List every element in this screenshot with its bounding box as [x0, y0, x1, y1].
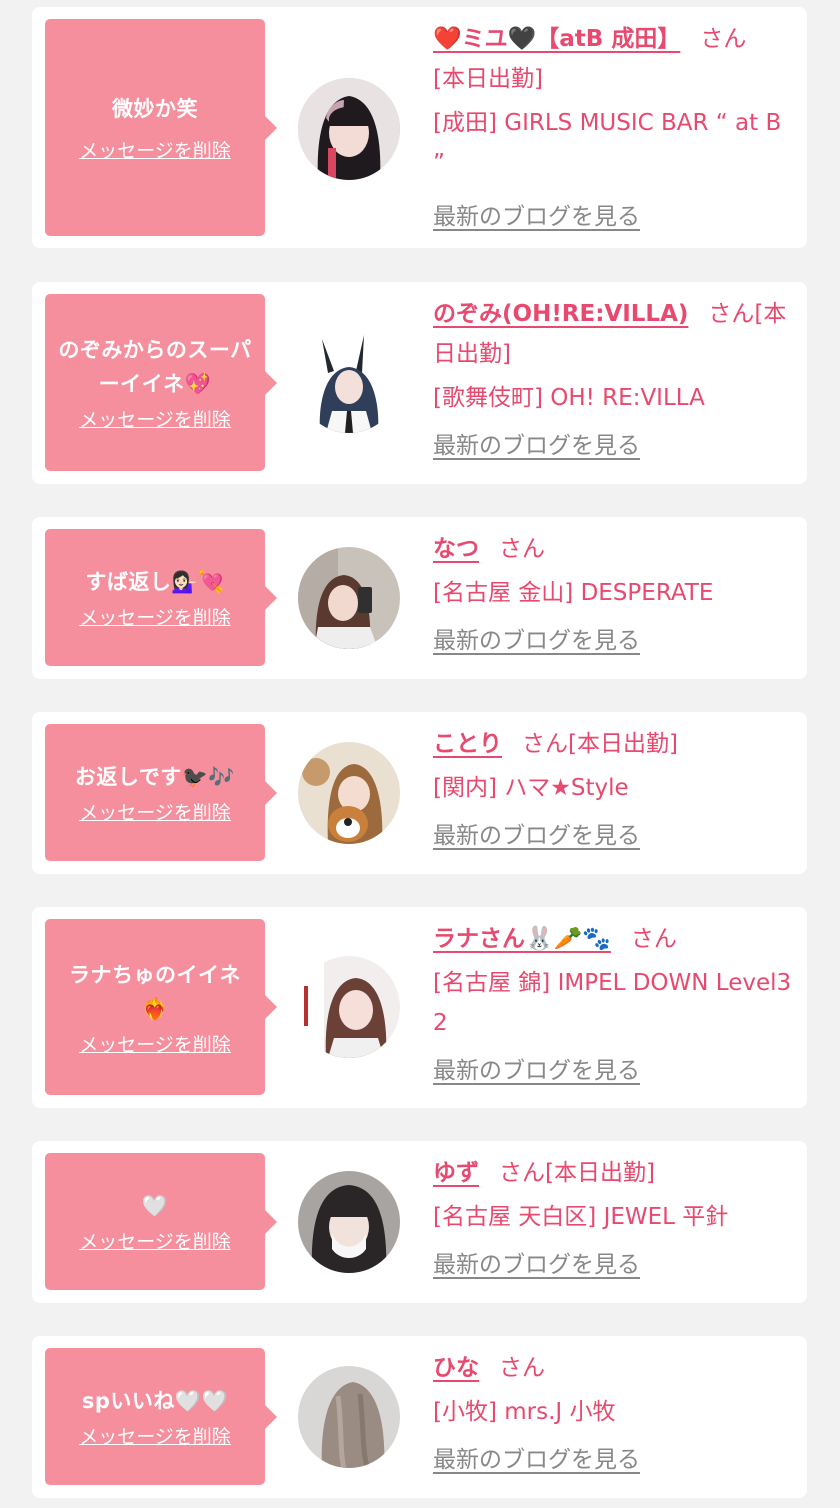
delete-message-link[interactable]: メッセージを削除: [79, 136, 231, 163]
message-text: ラナちゅのイイネ❤️‍🔥: [69, 962, 241, 1021]
shop-text: [歌舞伎町] OH! RE:VILLA: [433, 385, 705, 411]
delete-message-link[interactable]: メッセージを削除: [79, 1422, 231, 1449]
avatar[interactable]: [298, 742, 400, 844]
profile-name-link[interactable]: ラナさん🐰🥕🐾: [433, 926, 611, 952]
message-text: のぞみからのスーパーイイネ💖: [58, 338, 252, 396]
message-bubble: spいいね🤍🤍 メッセージを削除: [45, 1348, 277, 1485]
profile-info: ラナさん🐰🥕🐾 さん [名古屋 錦] IMPEL DOWN Level32 最新の…: [433, 919, 798, 1089]
profile-info: ゆず さん[本日出勤] [名古屋 天白区] JEWEL 平針 最新のブログを見る: [433, 1153, 798, 1283]
profile-name-link[interactable]: ❤️ミユ🖤【atB 成田】: [433, 26, 680, 52]
latest-blog-link[interactable]: 最新のブログを見る: [433, 199, 640, 235]
honorific: さん: [499, 1160, 545, 1186]
message-text: 微妙か笑: [112, 97, 198, 121]
profile-name-link[interactable]: ひな: [433, 1355, 479, 1381]
message-card: のぞみからのスーパーイイネ💖 メッセージを削除 のぞみ(OH!RE:VILLA)…: [32, 282, 807, 484]
honorific: さん: [630, 926, 677, 952]
avatar[interactable]: [298, 1171, 400, 1273]
message-bubble: 🤍 メッセージを削除: [45, 1153, 277, 1290]
message-bubble: ラナちゅのイイネ❤️‍🔥 メッセージを削除: [45, 919, 277, 1095]
profile-info: なつ さん [名古屋 金山] DESPERATE 最新のブログを見る: [433, 529, 798, 659]
profile-info: ことり さん[本日出勤] [関内] ハマ★Style 最新のブログを見る: [433, 724, 798, 854]
shop-text: [名古屋 天白区] JEWEL 平針: [433, 1204, 729, 1230]
avatar[interactable]: [298, 331, 400, 433]
message-card: ラナちゅのイイネ❤️‍🔥 メッセージを削除 ラナさん🐰🥕🐾 さん [名古屋 錦] …: [32, 907, 807, 1108]
shop-text: [名古屋 金山] DESPERATE: [433, 580, 714, 606]
avatar[interactable]: [298, 78, 400, 180]
latest-blog-link[interactable]: 最新のブログを見る: [433, 428, 640, 464]
latest-blog-link[interactable]: 最新のブログを見る: [433, 1247, 640, 1283]
avatar[interactable]: [298, 1366, 400, 1468]
delete-message-link[interactable]: メッセージを削除: [79, 405, 231, 432]
latest-blog-link[interactable]: 最新のブログを見る: [433, 1053, 640, 1089]
honorific: さん: [708, 301, 755, 327]
profile-info: ひな さん [小牧] mrs.J 小牧 最新のブログを見る: [433, 1348, 798, 1478]
shop-text: [小牧] mrs.J 小牧: [433, 1399, 616, 1425]
message-bubble: のぞみからのスーパーイイネ💖 メッセージを削除: [45, 294, 277, 471]
message-text: お返しです🐦‍⬛🎶: [74, 765, 236, 789]
honorific: さん: [522, 731, 568, 757]
shop-text: [関内] ハマ★Style: [433, 775, 629, 801]
avatar[interactable]: [298, 956, 400, 1058]
delete-message-link[interactable]: メッセージを削除: [79, 798, 231, 825]
status-text: [本日出勤]: [545, 1160, 655, 1186]
profile-info: のぞみ(OH!RE:VILLA) さん[本日出勤] [歌舞伎町] OH! RE:V…: [433, 294, 798, 464]
message-text: 🤍: [141, 1194, 169, 1218]
message-text: spいいね🤍🤍: [81, 1389, 229, 1413]
honorific: さん: [700, 26, 747, 52]
profile-name-link[interactable]: のぞみ(OH!RE:VILLA): [433, 301, 688, 327]
delete-message-link[interactable]: メッセージを削除: [79, 603, 231, 630]
avatar[interactable]: [298, 547, 400, 649]
shop-text: [名古屋 錦] IMPEL DOWN Level32: [433, 970, 792, 1036]
message-card: すば返し💁🏻‍♀️💘 メッセージを削除 なつ さん [名古屋 金山] DESPER…: [32, 517, 807, 679]
latest-blog-link[interactable]: 最新のブログを見る: [433, 818, 640, 854]
message-bubble: 微妙か笑 メッセージを削除: [45, 19, 277, 236]
profile-name-link[interactable]: ゆず: [433, 1160, 479, 1186]
delete-message-link[interactable]: メッセージを削除: [79, 1030, 231, 1057]
profile-info: ❤️ミユ🖤【atB 成田】 さん [本日出勤] [成田] GIRLS MUSIC …: [433, 19, 798, 235]
message-card: お返しです🐦‍⬛🎶 メッセージを削除 ことり さん[本日出勤] [関内] ハマ★S…: [32, 712, 807, 874]
message-bubble: すば返し💁🏻‍♀️💘 メッセージを削除: [45, 529, 277, 666]
message-card: 🤍 メッセージを削除 ゆず さん[本日出勤] [名古屋 天白区] JEWEL 平針…: [32, 1141, 807, 1303]
honorific: さん: [499, 1355, 545, 1381]
latest-blog-link[interactable]: 最新のブログを見る: [433, 1442, 640, 1478]
message-card: 微妙か笑 メッセージを削除 ❤️ミユ🖤【atB 成田】 さん [本日出勤] [成田…: [32, 7, 807, 248]
latest-blog-link[interactable]: 最新のブログを見る: [433, 623, 640, 659]
message-card: spいいね🤍🤍 メッセージを削除 ひな さん [小牧] mrs.J 小牧 最新のブ…: [32, 1336, 807, 1498]
status-text: [本日出勤]: [568, 731, 678, 757]
message-text: すば返し💁🏻‍♀️💘: [85, 570, 225, 594]
status-text: [本日出勤]: [433, 66, 543, 92]
shop-text: [成田] GIRLS MUSIC BAR “ at B ”: [433, 110, 782, 176]
honorific: さん: [499, 536, 545, 562]
profile-name-link[interactable]: ことり: [433, 731, 502, 757]
profile-name-link[interactable]: なつ: [433, 536, 479, 562]
delete-message-link[interactable]: メッセージを削除: [79, 1227, 231, 1254]
message-bubble: お返しです🐦‍⬛🎶 メッセージを削除: [45, 724, 277, 861]
